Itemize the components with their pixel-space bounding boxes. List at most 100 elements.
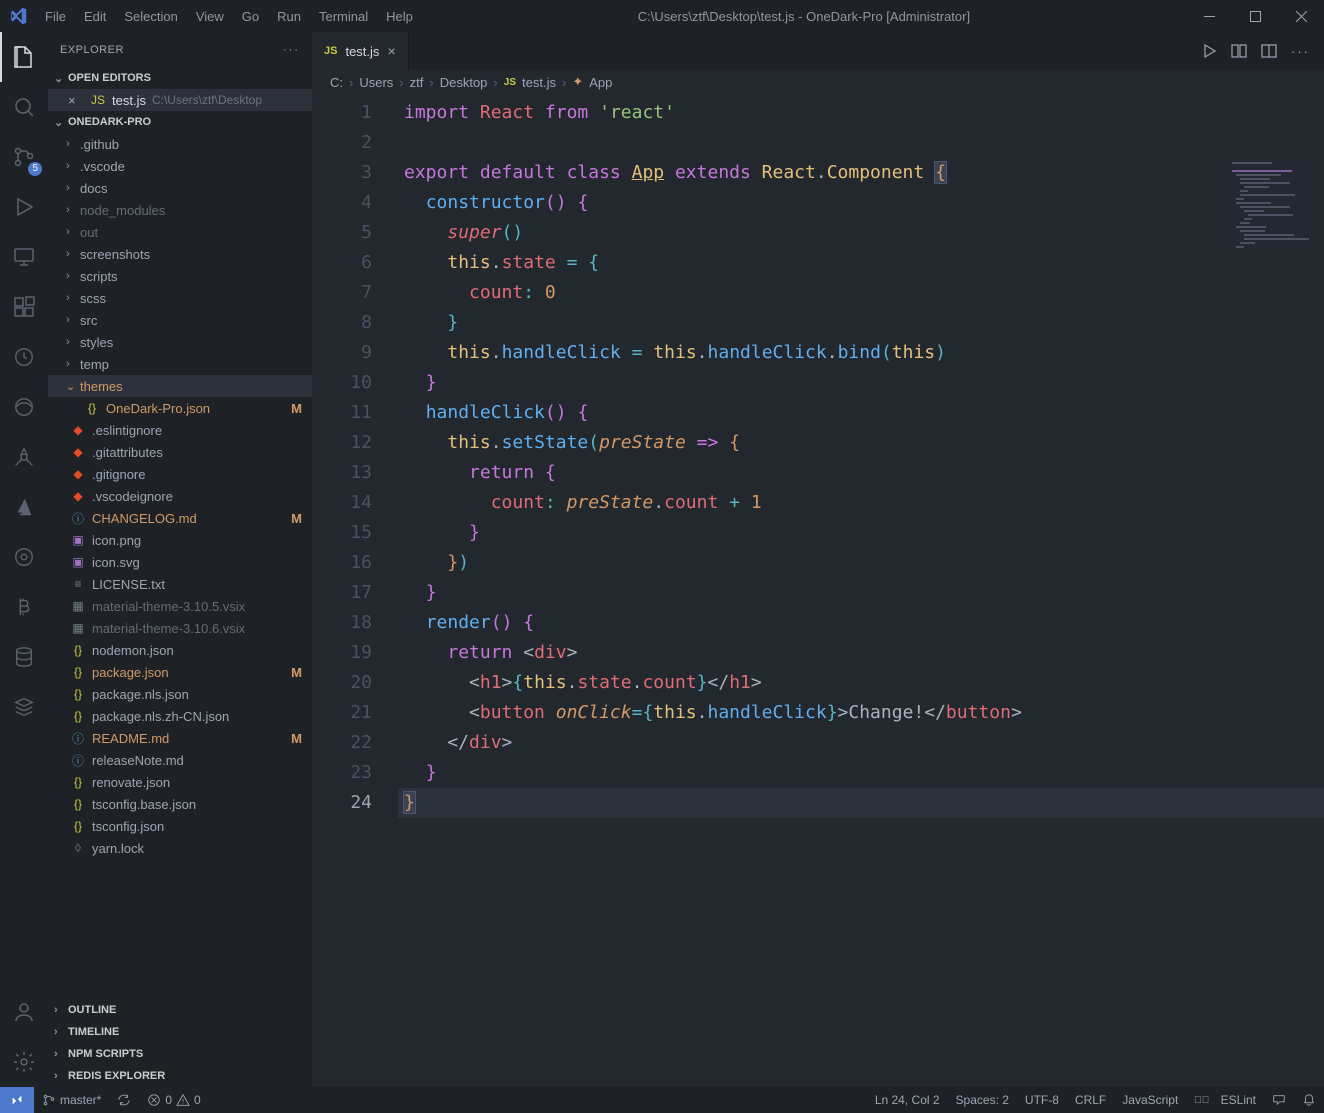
indentation[interactable]: Spaces: 2 — [948, 1087, 1017, 1113]
menu-go[interactable]: Go — [233, 3, 268, 30]
file-LICENSE.txt[interactable]: ≡LICENSE.txt — [48, 573, 312, 595]
file-tsconfig.json[interactable]: {}tsconfig.json — [48, 815, 312, 837]
sidebar-title: EXPLORER — [60, 44, 124, 56]
folder-scss[interactable]: ›scss — [48, 287, 312, 309]
problems-status[interactable]: 0 0 — [139, 1087, 208, 1113]
crumb[interactable]: ztf — [410, 75, 424, 90]
crumb[interactable]: Users — [359, 75, 393, 90]
menu-file[interactable]: File — [36, 3, 75, 30]
activity-bar: 5 — [0, 32, 48, 1087]
sync-status[interactable] — [109, 1087, 139, 1113]
npm-scripts-section[interactable]: ›NPM SCRIPTS — [48, 1043, 312, 1065]
close-button[interactable] — [1278, 0, 1324, 32]
disc-icon[interactable] — [0, 532, 48, 582]
file-material-theme-3.10.5.vsix[interactable]: ▦material-theme-3.10.5.vsix — [48, 595, 312, 617]
menu-view[interactable]: View — [187, 3, 233, 30]
file-yarn.lock[interactable]: ◊yarn.lock — [48, 837, 312, 859]
folder-out[interactable]: ›out — [48, 221, 312, 243]
crumb[interactable]: Desktop — [440, 75, 488, 90]
maximize-button[interactable] — [1232, 0, 1278, 32]
close-icon[interactable]: × — [68, 93, 84, 108]
menu-terminal[interactable]: Terminal — [310, 3, 377, 30]
close-icon[interactable]: × — [387, 43, 395, 59]
file-package.nls.json[interactable]: {}package.nls.json — [48, 683, 312, 705]
bitcoin-icon[interactable] — [0, 582, 48, 632]
folder-docs[interactable]: ›docs — [48, 177, 312, 199]
file-renovate.json[interactable]: {}renovate.json — [48, 771, 312, 793]
extensions-icon[interactable] — [0, 282, 48, 332]
folder-themes[interactable]: ⌄themes — [48, 375, 312, 397]
file-.vscodeignore[interactable]: ◆.vscodeignore — [48, 485, 312, 507]
folder-temp[interactable]: ›temp — [48, 353, 312, 375]
folder-styles[interactable]: ›styles — [48, 331, 312, 353]
file-package.json[interactable]: {}package.jsonM — [48, 661, 312, 683]
file-nodemon.json[interactable]: {}nodemon.json — [48, 639, 312, 661]
folder-.github[interactable]: ›.github — [48, 133, 312, 155]
file-icon.png[interactable]: ▣icon.png — [48, 529, 312, 551]
menu-run[interactable]: Run — [268, 3, 310, 30]
file-onedark-json[interactable]: {}OneDark-Pro.jsonM — [48, 397, 312, 419]
debug-icon[interactable] — [0, 182, 48, 232]
menu-selection[interactable]: Selection — [115, 3, 186, 30]
minimize-button[interactable] — [1186, 0, 1232, 32]
code-area[interactable]: 123456789101112131415161718192021222324 … — [312, 94, 1324, 1087]
file-releaseNote.md[interactable]: ⓘreleaseNote.md — [48, 749, 312, 771]
file-icon.svg[interactable]: ▣icon.svg — [48, 551, 312, 573]
remote-explorer-icon[interactable] — [0, 232, 48, 282]
language-mode[interactable]: JavaScript — [1114, 1087, 1186, 1113]
cursor-position[interactable]: Ln 24, Col 2 — [867, 1087, 948, 1113]
project-section[interactable]: ⌄ONEDARK-PRO — [48, 111, 312, 133]
editor: JS test.js × ··· C:› Users› ztf› Desktop… — [312, 32, 1324, 1087]
tab-testjs[interactable]: JS test.js × — [312, 32, 409, 70]
folder-node_modules[interactable]: ›node_modules — [48, 199, 312, 221]
folder-scripts[interactable]: ›scripts — [48, 265, 312, 287]
file-.gitignore[interactable]: ◆.gitignore — [48, 463, 312, 485]
settings-icon[interactable] — [0, 1037, 48, 1087]
branch-status[interactable]: master* — [34, 1087, 109, 1113]
folder-screenshots[interactable]: ›screenshots — [48, 243, 312, 265]
crumb[interactable]: App — [589, 75, 612, 90]
sidebar-more-icon[interactable]: ··· — [283, 44, 300, 56]
file-package.nls.zh-CN.json[interactable]: {}package.nls.zh-CN.json — [48, 705, 312, 727]
edge-icon[interactable] — [0, 382, 48, 432]
timeline-section[interactable]: ›TIMELINE — [48, 1021, 312, 1043]
explorer-icon[interactable] — [0, 32, 48, 82]
file-tsconfig.base.json[interactable]: {}tsconfig.base.json — [48, 793, 312, 815]
folder-src[interactable]: ›src — [48, 309, 312, 331]
azure-icon[interactable] — [0, 482, 48, 532]
code-body[interactable]: import React from 'react' export default… — [398, 98, 1324, 1087]
run-icon[interactable] — [1201, 43, 1217, 59]
split-icon[interactable] — [1261, 43, 1277, 59]
menu-edit[interactable]: Edit — [75, 3, 115, 30]
more-icon[interactable]: ··· — [1291, 44, 1310, 59]
outline-section[interactable]: ›OUTLINE — [48, 999, 312, 1021]
file-material-theme-3.10.6.vsix[interactable]: ▦material-theme-3.10.6.vsix — [48, 617, 312, 639]
breadcrumb[interactable]: C:› Users› ztf› Desktop› JS test.js› ✦ A… — [312, 70, 1324, 94]
minimap[interactable] — [1230, 160, 1312, 250]
file-README.md[interactable]: ⓘREADME.mdM — [48, 727, 312, 749]
search-icon[interactable] — [0, 82, 48, 132]
file-CHANGELOG.md[interactable]: ⓘCHANGELOG.mdM — [48, 507, 312, 529]
file-.gitattributes[interactable]: ◆.gitattributes — [48, 441, 312, 463]
notifications-icon[interactable] — [1294, 1087, 1324, 1113]
compare-icon[interactable] — [1231, 43, 1247, 59]
source-control-icon[interactable]: 5 — [0, 132, 48, 182]
eol[interactable]: CRLF — [1067, 1087, 1114, 1113]
database-icon[interactable] — [0, 632, 48, 682]
encoding[interactable]: UTF-8 — [1017, 1087, 1067, 1113]
eslint-status[interactable]: ✓⃝ ESLint — [1186, 1087, 1264, 1113]
feedback-icon[interactable] — [1264, 1087, 1294, 1113]
open-editor-item[interactable]: × JS test.js C:\Users\ztf\Desktop — [48, 89, 312, 111]
stack-icon[interactable] — [0, 682, 48, 732]
menu-help[interactable]: Help — [377, 3, 422, 30]
crumb[interactable]: test.js — [522, 75, 556, 90]
sync-icon[interactable] — [0, 332, 48, 382]
crumb[interactable]: C: — [330, 75, 343, 90]
folder-.vscode[interactable]: ›.vscode — [48, 155, 312, 177]
gitlens-icon[interactable] — [0, 432, 48, 482]
redis-explorer-section[interactable]: ›REDIS EXPLORER — [48, 1065, 312, 1087]
open-editors-section[interactable]: ⌄OPEN EDITORS — [48, 67, 312, 89]
file-.eslintignore[interactable]: ◆.eslintignore — [48, 419, 312, 441]
account-icon[interactable] — [0, 987, 48, 1037]
remote-button[interactable] — [0, 1087, 34, 1113]
